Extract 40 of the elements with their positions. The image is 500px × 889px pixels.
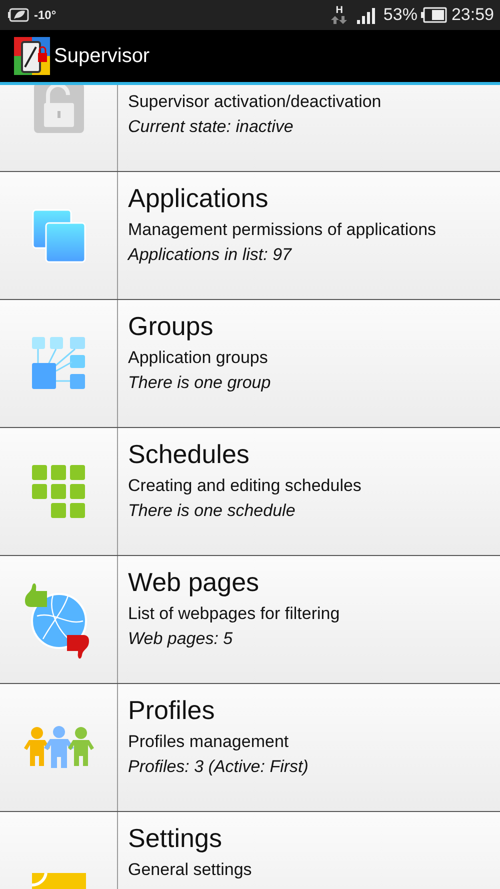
item-description: Management permissions of applications bbox=[128, 219, 436, 241]
network-type-text: H bbox=[336, 6, 344, 16]
item-status: There is one schedule bbox=[128, 500, 296, 522]
item-status: Current state: inactive bbox=[128, 116, 294, 138]
app-title: Supervisor bbox=[54, 44, 150, 68]
battery-percent-text: 53% bbox=[383, 5, 418, 25]
menu-item[interactable]: Groups Application groups There is one group bbox=[0, 300, 500, 428]
battery-icon bbox=[421, 7, 448, 23]
data-arrows-icon bbox=[331, 16, 348, 24]
overlapping-squares-icon bbox=[30, 208, 86, 264]
item-status: Web pages: 5 bbox=[128, 628, 234, 650]
three-figures-icon bbox=[24, 726, 94, 770]
menu-item[interactable]: Applications Management permissions of applications Applications in list: 97 bbox=[0, 172, 500, 300]
square-grid-icon bbox=[32, 464, 86, 518]
menu-item[interactable]: Profiles Profiles management Profiles: 3 (Active: First) bbox=[0, 684, 500, 812]
item-description: General settings bbox=[128, 859, 252, 881]
item-description: Supervisor activation/deactivation bbox=[128, 91, 382, 113]
leaf-battery-icon bbox=[8, 8, 30, 22]
item-description: List of webpages for filtering bbox=[128, 603, 340, 625]
item-description: Creating and editing schedules bbox=[128, 475, 362, 497]
connected-squares-icon bbox=[32, 336, 86, 390]
menu-item[interactable]: Schedules Creating and editing schedules There is one schedule bbox=[0, 428, 500, 556]
item-title: Web pages bbox=[128, 566, 260, 599]
item-title: Schedules bbox=[128, 438, 250, 471]
menu-item[interactable]: Settings General settings bbox=[0, 812, 500, 889]
item-description: Application groups bbox=[128, 347, 269, 369]
clock-text: 23:59 bbox=[451, 5, 494, 25]
menu-item[interactable]: Web pages List of webpages for filtering Web pages: 5 bbox=[0, 556, 500, 684]
item-status: Profiles: 3 (Active: First) bbox=[128, 756, 308, 778]
menu-item[interactable]: Supervisor activation/deactivation Current state: inactive bbox=[0, 85, 500, 172]
item-title: Profiles bbox=[128, 694, 216, 727]
item-title: Settings bbox=[128, 822, 223, 855]
lock-icon bbox=[32, 85, 86, 134]
item-status: There is one group bbox=[128, 372, 271, 394]
app-logo-icon bbox=[14, 37, 50, 75]
temperature-text: -10° bbox=[34, 8, 56, 22]
item-description: Profiles management bbox=[128, 731, 290, 753]
item-title: Groups bbox=[128, 310, 214, 343]
item-status: Applications in list: 97 bbox=[128, 244, 293, 266]
item-title: Applications bbox=[128, 182, 270, 215]
